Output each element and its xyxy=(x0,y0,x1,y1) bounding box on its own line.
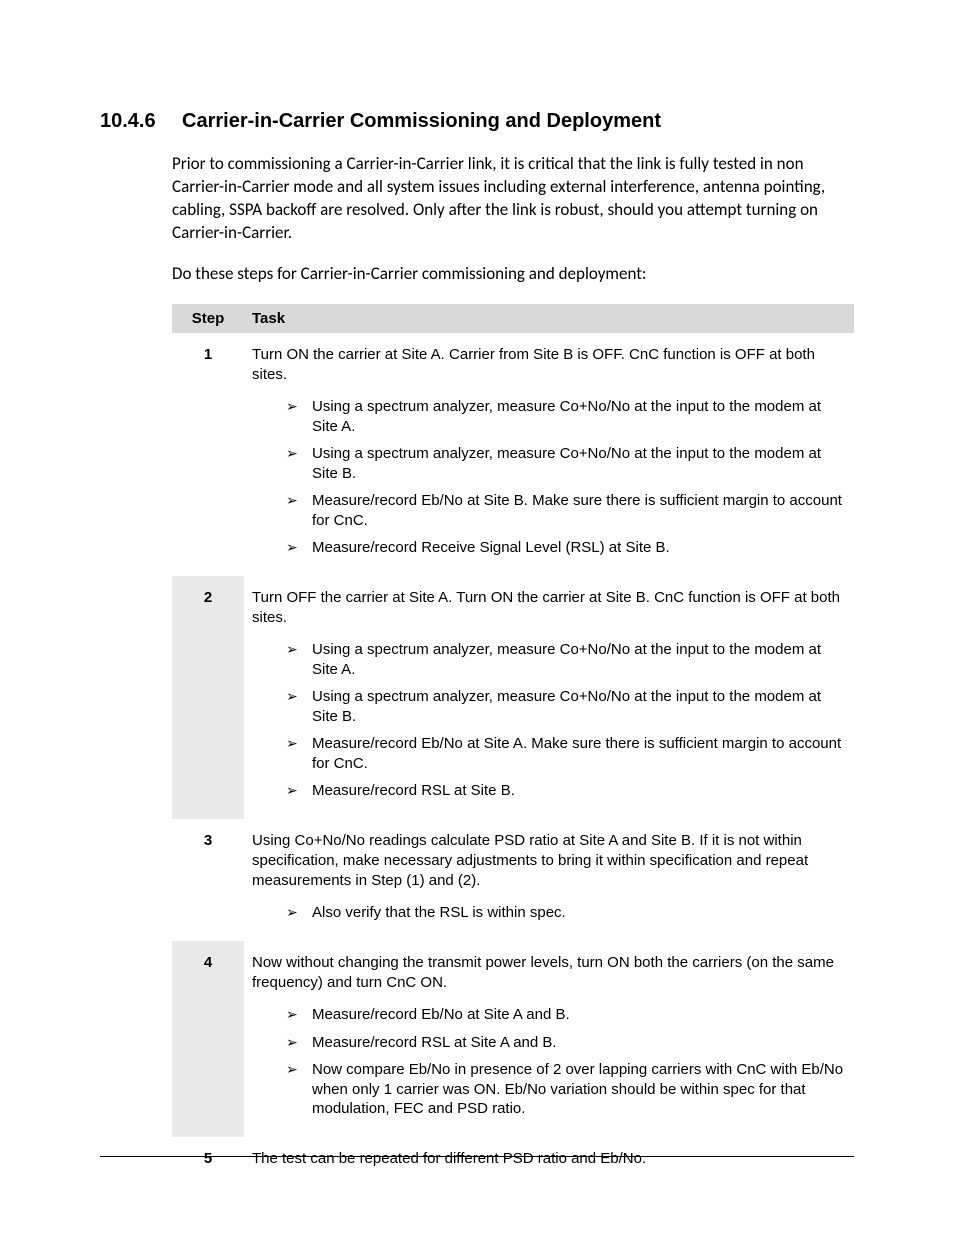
table-row: 3 Using Co+No/No readings calculate PSD … xyxy=(172,819,854,941)
table-row: 2 Turn OFF the carrier at Site A. Turn O… xyxy=(172,576,854,819)
task-bullets: Using a spectrum analyzer, measure Co+No… xyxy=(286,393,846,562)
intro-paragraph-2: Do these steps for Carrier-in-Carrier co… xyxy=(172,263,854,286)
task-lead: Now without changing the transmit power … xyxy=(252,953,846,994)
bullet: Measure/record Eb/No at Site B. Make sur… xyxy=(286,487,846,534)
task-lead: The test can be repeated for different P… xyxy=(252,1149,846,1169)
bullet: Also verify that the RSL is within spec. xyxy=(286,899,846,927)
bullet: Measure/record RSL at Site A and B. xyxy=(286,1029,846,1057)
section-title: Carrier-in-Carrier Commissioning and Dep… xyxy=(182,110,661,133)
bullet: Measure/record Eb/No at Site A. Make sur… xyxy=(286,730,846,777)
bullet: Using a spectrum analyzer, measure Co+No… xyxy=(286,393,846,440)
table-row: 1 Turn ON the carrier at Site A. Carrier… xyxy=(172,333,854,576)
task-cell: Now without changing the transmit power … xyxy=(244,941,854,1137)
intro-paragraph-1: Prior to commissioning a Carrier-in-Carr… xyxy=(172,153,854,245)
section-heading: 10.4.6 Carrier-in-Carrier Commissioning … xyxy=(100,110,854,133)
step-number: 5 xyxy=(172,1137,244,1183)
bullet: Measure/record Eb/No at Site A and B. xyxy=(286,1001,846,1029)
bullet: Now compare Eb/No in presence of 2 over … xyxy=(286,1056,846,1123)
task-bullets: Also verify that the RSL is within spec. xyxy=(286,899,846,927)
task-bullets: Using a spectrum analyzer, measure Co+No… xyxy=(286,636,846,805)
step-number: 2 xyxy=(172,576,244,819)
step-number: 4 xyxy=(172,941,244,1137)
bullet: Measure/record RSL at Site B. xyxy=(286,777,846,805)
bullet: Using a spectrum analyzer, measure Co+No… xyxy=(286,683,846,730)
task-cell: The test can be repeated for different P… xyxy=(244,1137,854,1183)
bullet: Measure/record Receive Signal Level (RSL… xyxy=(286,534,846,562)
steps-table: Step Task 1 Turn ON the carrier at Site … xyxy=(172,304,854,1184)
table-row: 4 Now without changing the transmit powe… xyxy=(172,941,854,1137)
task-lead: Using Co+No/No readings calculate PSD ra… xyxy=(252,831,846,892)
step-number: 3 xyxy=(172,819,244,941)
task-cell: Turn ON the carrier at Site A. Carrier f… xyxy=(244,333,854,576)
bullet: Using a spectrum analyzer, measure Co+No… xyxy=(286,636,846,683)
step-number: 1 xyxy=(172,333,244,576)
page: 10.4.6 Carrier-in-Carrier Commissioning … xyxy=(0,0,954,1235)
footer-rule xyxy=(100,1156,854,1157)
task-bullets: Measure/record Eb/No at Site A and B. Me… xyxy=(286,1001,846,1123)
task-cell: Turn OFF the carrier at Site A. Turn ON … xyxy=(244,576,854,819)
task-cell: Using Co+No/No readings calculate PSD ra… xyxy=(244,819,854,941)
section-number: 10.4.6 xyxy=(100,110,182,133)
bullet: Using a spectrum analyzer, measure Co+No… xyxy=(286,440,846,487)
header-task: Task xyxy=(244,304,854,333)
table-header-row: Step Task xyxy=(172,304,854,333)
task-lead: Turn OFF the carrier at Site A. Turn ON … xyxy=(252,588,846,629)
task-lead: Turn ON the carrier at Site A. Carrier f… xyxy=(252,345,846,386)
header-step: Step xyxy=(172,304,244,333)
table-row: 5 The test can be repeated for different… xyxy=(172,1137,854,1183)
